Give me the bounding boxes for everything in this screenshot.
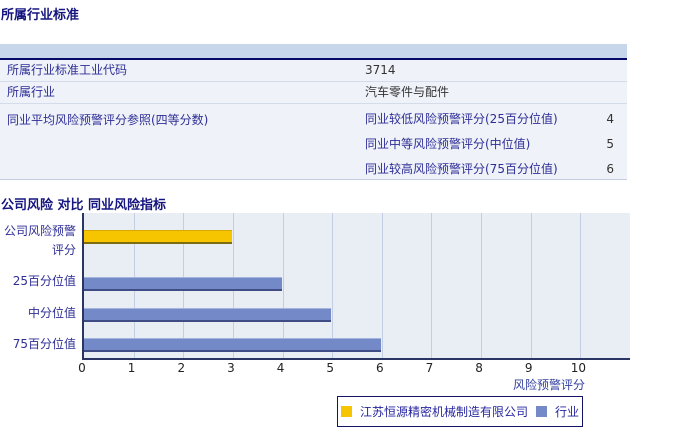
risk-report-page: 所属行业标准 所属行业标准工业代码 3714 所属行业 汽车零件与配件 同业平均… xyxy=(0,0,679,433)
company-legend-swatch-icon xyxy=(340,406,352,417)
x-tick-label: 1 xyxy=(127,361,136,375)
x-tick-label: 7 xyxy=(425,361,434,375)
medium-risk-value: 5 xyxy=(606,137,614,151)
industry-standard-section-title: 所属行业标准 xyxy=(1,8,80,23)
low-risk-value: 4 xyxy=(606,112,614,126)
gridline xyxy=(381,213,383,358)
table-row-industry: 所属行业 汽车零件与配件 xyxy=(0,82,627,104)
industry-code-label: 所属行业标准工业代码 xyxy=(7,63,128,77)
gridline xyxy=(530,213,532,358)
industry-legend-label: 行业 xyxy=(555,405,580,419)
gridline xyxy=(282,213,284,358)
table-header-bar xyxy=(0,44,627,60)
subrow-medium-risk: 同业中等风险预警评分(中位值) 5 xyxy=(0,132,627,157)
x-tick-label: 10 xyxy=(570,361,586,375)
medium-risk-label: 同业中等风险预警评分(中位值) xyxy=(365,137,531,151)
chart-x-axis-title: 风险预警评分 xyxy=(512,378,585,392)
x-tick-label: 2 xyxy=(177,361,186,375)
industry-standard-table: 所属行业标准工业代码 3714 所属行业 汽车零件与配件 同业平均风险预警评分参… xyxy=(0,44,627,180)
gridline xyxy=(481,213,483,358)
x-tick-label: 0 xyxy=(78,361,86,375)
x-tick-label: 5 xyxy=(326,361,334,375)
category-label: 公司风险预警 评分 xyxy=(3,224,76,257)
company-score-bar xyxy=(84,230,232,244)
low-risk-label: 同业较低风险预警评分(25百分位值) xyxy=(365,112,558,126)
high-risk-value: 6 xyxy=(606,162,614,176)
x-tick-label: 3 xyxy=(227,361,235,375)
x-tick-label: 4 xyxy=(276,361,285,375)
subrow-low-risk: 同业较低风险预警评分(25百分位值) 4 xyxy=(0,107,627,132)
industry-code-value: 3714 xyxy=(365,63,396,77)
industry-value: 汽车零件与配件 xyxy=(365,85,450,99)
x-tick-label: 6 xyxy=(375,361,384,375)
gridline xyxy=(580,213,582,358)
chart-plot-area xyxy=(82,213,630,360)
high-risk-label: 同业较高风险预警评分(75百分位值) xyxy=(365,162,558,176)
gridline xyxy=(431,213,433,358)
risk-comparison-section-title: 公司风险 对比 同业风险指标 xyxy=(1,198,167,213)
x-tick-label: 8 xyxy=(475,361,483,375)
category-label: 75百分位值 xyxy=(12,337,76,351)
gridline xyxy=(332,213,334,358)
industry-score-bar xyxy=(84,338,381,352)
subrow-high-risk: 同业较高风险预警评分(75百分位值) 6 xyxy=(0,157,627,182)
industry-legend-swatch-icon xyxy=(536,406,547,417)
industry-score-bar xyxy=(84,308,332,322)
industry-label: 所属行业 xyxy=(7,85,56,99)
category-label: 中分位值 xyxy=(27,306,76,320)
table-row-industry-code: 所属行业标准工业代码 3714 xyxy=(0,60,627,82)
category-label: 25百分位值 xyxy=(12,274,76,288)
table-row-peer-reference: 同业平均风险预警评分参照(四等分数) 同业较低风险预警评分(25百分位值) 4 … xyxy=(0,104,627,180)
company-legend-label: 江苏恒源精密机械制造有限公司 xyxy=(359,405,528,419)
x-tick-label: 9 xyxy=(524,361,533,375)
peer-score-subrows: 同业较低风险预警评分(25百分位值) 4 同业中等风险预警评分(中位值) 5 同… xyxy=(0,107,627,182)
chart-legend: 江苏恒源精密机械制造有限公司 行业 xyxy=(337,396,583,427)
industry-score-bar xyxy=(84,277,282,291)
